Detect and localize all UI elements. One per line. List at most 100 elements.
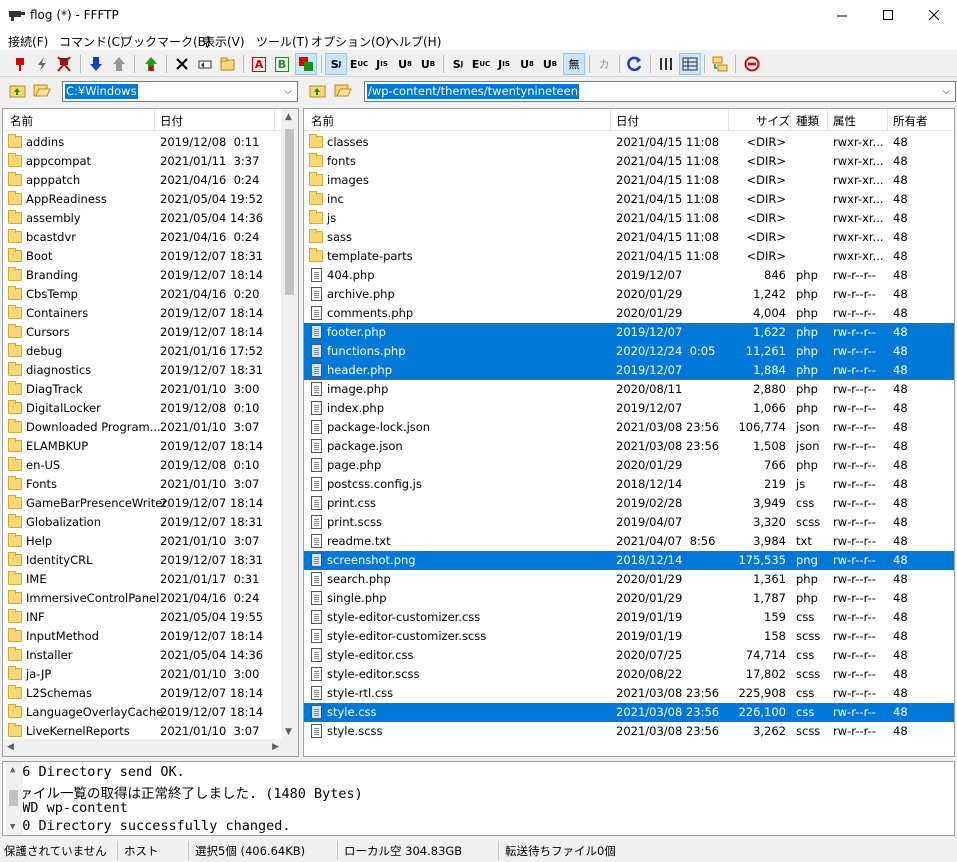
scroll-up-icon[interactable]: ▲ — [10, 765, 15, 775]
local-file-row[interactable]: Containers 2019/12/07 18:14 — [3, 304, 283, 323]
host-kanji-euc-button[interactable]: E UC — [348, 53, 370, 75]
remote-parent-dir-button[interactable] — [309, 82, 329, 102]
ascii-mode-button[interactable]: A — [248, 53, 270, 75]
local-file-row[interactable]: AppReadiness 2021/05/04 19:52 — [3, 190, 283, 209]
menu-tools[interactable]: ツール(T) — [256, 33, 309, 50]
disconnect-button[interactable] — [53, 53, 75, 75]
host-kanji-sjis-button[interactable]: SJ — [325, 53, 347, 75]
local-file-row[interactable]: DigitalLocker 2019/12/08 0:10 — [3, 399, 283, 418]
remote-file-row[interactable]: print.scss 2019/04/07 3,320 scss rw-r--r-- 48 — [304, 513, 954, 532]
host-kanji-utf8n-button[interactable]: U8 — [394, 53, 416, 75]
local-file-row[interactable]: Help 2021/01/10 3:07 — [3, 532, 283, 551]
minimize-button[interactable] — [819, 0, 865, 31]
remote-file-row[interactable]: footer.php 2019/12/07 1,622 php rw-r--r-- 48 — [304, 323, 954, 342]
remote-col-size[interactable]: サイズ — [756, 113, 790, 129]
local-file-row[interactable]: InputMethod 2019/12/07 18:14 — [3, 627, 283, 646]
local-file-row[interactable]: ja-JP 2021/01/10 3:00 — [3, 665, 283, 684]
sync-folder-button[interactable] — [709, 53, 731, 75]
remote-open-folder-button[interactable] — [334, 82, 354, 102]
local-open-folder-button[interactable] — [33, 82, 53, 102]
no-kanji-convert-button[interactable]: 無 — [563, 53, 585, 75]
local-horizontal-scrollbar[interactable]: ◀ ▶ — [3, 739, 283, 756]
detail-view-button[interactable] — [679, 53, 701, 75]
menu-command[interactable]: コマンド(C) — [59, 33, 125, 50]
remote-file-row[interactable]: comments.php 2020/01/29 4,004 php rw-r--r-- 4… — [304, 304, 954, 323]
maximize-button[interactable] — [865, 0, 911, 31]
remote-file-row[interactable]: style.scss 2021/03/08 23:56 3,262 scss rw-r-… — [304, 722, 954, 741]
abort-button[interactable] — [741, 53, 763, 75]
remote-file-row[interactable]: js 2021/04/15 11:08 <DIR> rwxr-xr... 48 — [304, 209, 954, 228]
local-file-row[interactable]: Cursors 2019/12/07 18:14 — [3, 323, 283, 342]
log-scroll-thumb[interactable] — [9, 790, 18, 806]
local-file-list[interactable]: 名前 日付 addins 2019/12/08 0:11 appcompat 2021… — [2, 108, 299, 757]
local-col-name[interactable]: 名前 — [10, 113, 33, 129]
remote-col-owner[interactable]: 所有者 — [893, 113, 928, 129]
rename-button[interactable] — [194, 53, 216, 75]
local-parent-dir-button[interactable] — [9, 82, 29, 102]
local-file-row[interactable]: Installer 2021/05/04 14:36 — [3, 646, 283, 665]
local-file-row[interactable]: ImmersiveControlPanel 2021/04/16 0:24 — [3, 589, 283, 608]
remote-file-row[interactable]: inc 2021/04/15 11:08 <DIR> rwxr-xr... 48 — [304, 190, 954, 209]
local-file-row[interactable]: Globalization 2019/12/07 18:31 — [3, 513, 283, 532]
chevron-down-icon[interactable]: ⌵ — [281, 83, 295, 100]
local-kanji-jis-button[interactable]: J IS — [493, 53, 515, 75]
mkdir-button[interactable] — [217, 53, 239, 75]
remote-file-row[interactable]: package-lock.json 2021/03/08 23:56 106,774… — [304, 418, 954, 437]
local-path-combo[interactable]: C:¥Windows ⌵ — [62, 81, 298, 102]
scroll-down-icon[interactable]: ▼ — [285, 727, 292, 737]
remote-file-row[interactable]: template-parts 2021/04/15 11:08 <DIR> rwxr-… — [304, 247, 954, 266]
remote-file-row[interactable]: style-editor.css 2020/07/25 74,714 css rw-r-… — [304, 646, 954, 665]
connect-button[interactable] — [9, 53, 31, 75]
remote-file-row[interactable]: 404.php 2019/12/07 846 php rw-r--r-- 48 — [304, 266, 954, 285]
mirror-upload-button[interactable] — [140, 53, 162, 75]
remote-file-row[interactable]: page.php 2020/01/29 766 php rw-r--r-- 48 — [304, 456, 954, 475]
download-button[interactable] — [85, 53, 107, 75]
local-file-row[interactable]: addins 2019/12/08 0:11 — [3, 133, 283, 152]
local-file-row[interactable]: debug 2021/01/16 17:52 — [3, 342, 283, 361]
local-file-row[interactable]: Boot 2019/12/07 18:31 — [3, 247, 283, 266]
remote-file-row[interactable]: style-editor.scss 2020/08/22 17,802 scss rw-… — [304, 665, 954, 684]
remote-file-list[interactable]: 名前 日付 サイズ 種類 属性 所有者 classes 2021/04/15 11… — [303, 108, 955, 757]
remote-file-row[interactable]: screenshot.png 2018/12/14 175,535 png rw-r--… — [304, 551, 954, 570]
local-scroll-thumb[interactable] — [285, 129, 294, 295]
local-file-row[interactable]: DiagTrack 2021/01/10 3:00 — [3, 380, 283, 399]
log-panel[interactable]: 226 Directory send OK. ファイル一覧の取得は正常終了しまし… — [2, 761, 955, 836]
scroll-up-icon[interactable]: ▲ — [285, 112, 292, 122]
quick-connect-button[interactable] — [31, 53, 53, 75]
host-kanji-jis-button[interactable]: J IS — [371, 53, 393, 75]
remote-col-type[interactable]: 種類 — [796, 113, 819, 129]
remote-file-row[interactable]: single.php 2020/01/29 1,787 php rw-r--r-- 48 — [304, 589, 954, 608]
local-file-row[interactable]: assembly 2021/05/04 14:36 — [3, 209, 283, 228]
menu-connect[interactable]: 接続(F) — [8, 33, 48, 50]
menu-bookmark[interactable]: ブックマーク(B) — [121, 33, 211, 50]
local-kanji-euc-button[interactable]: E UC — [470, 53, 492, 75]
remote-file-row[interactable]: images 2021/04/15 11:08 <DIR> rwxr-xr... 48 — [304, 171, 954, 190]
auto-mode-button[interactable] — [295, 53, 317, 75]
local-file-row[interactable]: apppatch 2021/04/16 0:24 — [3, 171, 283, 190]
remote-file-row[interactable]: image.php 2020/08/11 2,880 php rw-r--r-- 48 — [304, 380, 954, 399]
host-kanji-utf8bom-button[interactable]: UB — [417, 53, 439, 75]
local-file-row[interactable]: appcompat 2021/01/11 3:37 — [3, 152, 283, 171]
menu-help[interactable]: ヘルプ(H) — [387, 33, 441, 50]
remote-file-row[interactable]: archive.php 2020/01/29 1,242 php rw-r--r-- 48 — [304, 285, 954, 304]
remote-file-row[interactable]: classes 2021/04/15 11:08 <DIR> rwxr-xr... 48 — [304, 133, 954, 152]
local-file-row[interactable]: L2Schemas 2019/12/07 18:14 — [3, 684, 283, 703]
refresh-button[interactable] — [624, 53, 646, 75]
remote-col-name[interactable]: 名前 — [311, 113, 334, 129]
remote-file-row[interactable]: index.php 2019/12/07 1,066 php rw-r--r-- 48 — [304, 399, 954, 418]
local-file-row[interactable]: GameBarPresenceWriter 2019/12/07 18:14 — [3, 494, 283, 513]
remote-file-row[interactable]: fonts 2021/04/15 11:08 <DIR> rwxr-xr... 48 — [304, 152, 954, 171]
remote-file-row[interactable]: package.json 2021/03/08 23:56 1,508 json rw-… — [304, 437, 954, 456]
local-col-date[interactable]: 日付 — [160, 113, 183, 129]
local-file-row[interactable]: en-US 2019/12/08 0:10 — [3, 456, 283, 475]
delete-button[interactable] — [171, 53, 193, 75]
remote-file-row[interactable]: search.php 2020/01/29 1,361 php rw-r--r-- 48 — [304, 570, 954, 589]
remote-file-row[interactable]: style-rtl.css 2021/03/08 23:56 225,908 css r… — [304, 684, 954, 703]
local-kanji-sjis-button[interactable]: SJ — [447, 53, 469, 75]
local-kanji-utf8bom-button[interactable]: UB — [539, 53, 561, 75]
menu-view[interactable]: 表示(V) — [203, 33, 245, 50]
remote-file-row[interactable]: readme.txt 2021/04/07 8:56 3,984 txt rw-r--r… — [304, 532, 954, 551]
remote-file-row[interactable]: style.css 2021/03/08 23:56 226,100 css rw-r-… — [304, 703, 954, 722]
remote-file-row[interactable]: functions.php 2020/12/24 0:05 11,261 php rw-… — [304, 342, 954, 361]
remote-file-row[interactable]: postcss.config.js 2018/12/14 219 js rw-r--r-… — [304, 475, 954, 494]
